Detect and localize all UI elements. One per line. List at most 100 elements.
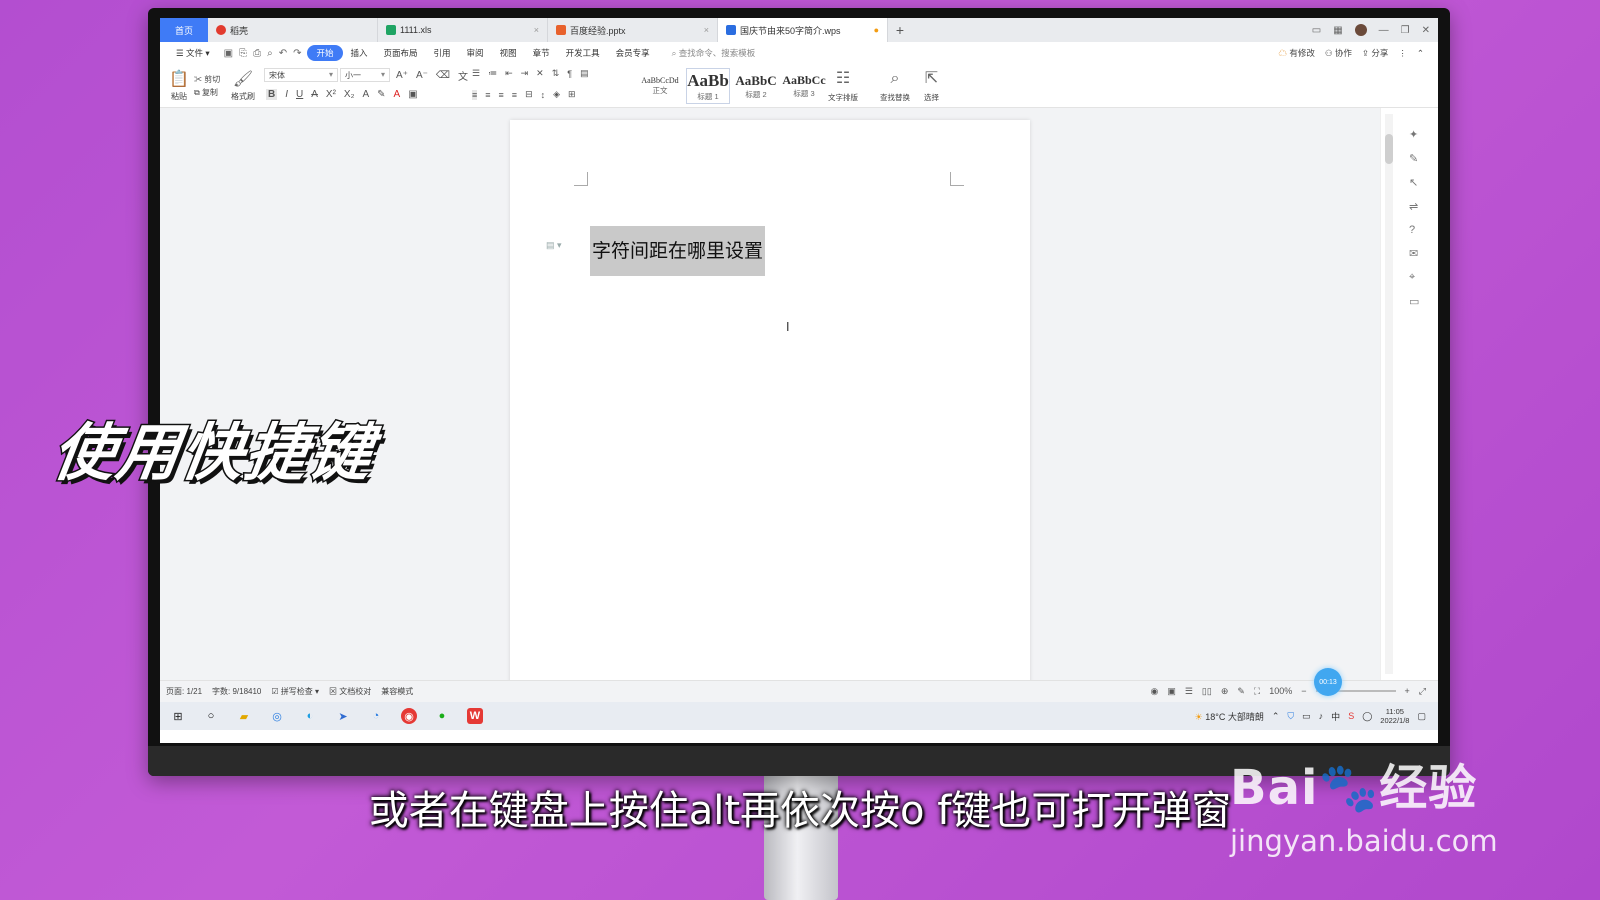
strikethrough-icon[interactable]: A [311, 89, 318, 100]
clear-format-icon[interactable]: ⌫ [436, 70, 450, 81]
phonetic-icon[interactable]: 文 [458, 68, 468, 83]
indent-icon[interactable]: ⇥ [521, 68, 529, 79]
print-icon[interactable]: ⎙ [253, 48, 261, 59]
folder-icon[interactable]: ▰ [236, 708, 252, 724]
chinese-layout-icon[interactable]: ✕ [536, 68, 544, 79]
minimize-icon[interactable]: — [1379, 25, 1389, 36]
collapse-ribbon-icon[interactable]: ⌃ [1417, 48, 1424, 59]
tray-expand-icon[interactable]: ⌃ [1272, 711, 1280, 722]
cut-button[interactable]: ✂ 剪切 [194, 74, 220, 85]
avatar[interactable] [1354, 24, 1367, 36]
tab-wps-doc[interactable]: 国庆节由来50字简介.wps ● [718, 18, 888, 42]
edge-icon[interactable]: ◐ [302, 708, 318, 724]
shading-icon[interactable]: ◈ [553, 89, 560, 100]
style-heading-2[interactable]: AaBbC 标题 2 [734, 68, 778, 104]
tab-xls[interactable]: 1111.xls × [378, 18, 548, 42]
format-painter-button[interactable]: 🖌 格式刷 [230, 64, 256, 108]
browser-icon[interactable]: ◎ [269, 708, 285, 724]
eye-icon[interactable]: ◉ [1150, 686, 1158, 697]
grow-font-icon[interactable]: A⁺ [396, 70, 408, 81]
font-size-select[interactable]: 小一 ▾ [340, 68, 390, 82]
bold-icon[interactable]: B [266, 89, 278, 100]
command-search[interactable]: ⌕ 查找命令、搜索模板 [658, 47, 756, 59]
menu-member[interactable]: 会员专享 [608, 47, 658, 59]
distribute-icon[interactable]: ⊟ [525, 89, 533, 100]
weather[interactable]: ☀ 18°C 大部晴朗 [1195, 710, 1264, 723]
justify-icon[interactable]: ≡ [512, 90, 517, 100]
menu-start[interactable]: 开始 [307, 45, 343, 61]
menu-view[interactable]: 视图 [492, 47, 525, 59]
align-right-icon[interactable]: ≡ [499, 90, 504, 100]
circle-icon[interactable]: ◯ [1362, 711, 1372, 722]
style-pane-icon[interactable]: ✦ [1409, 128, 1419, 141]
style-normal[interactable]: AaBbCcDd 正文 [638, 68, 682, 104]
menu-review[interactable]: 审阅 [459, 47, 492, 59]
ime-icon[interactable]: 中 [1331, 710, 1340, 723]
vertical-scrollbar[interactable] [1385, 114, 1393, 674]
grid-icon[interactable]: ▦ [1333, 25, 1342, 36]
wps-icon[interactable]: W [467, 708, 483, 724]
select-button[interactable]: ⇱ 选择 [924, 70, 939, 103]
line-spacing-icon[interactable]: ↕ [541, 90, 546, 100]
outline-view-icon[interactable]: ☰ [1185, 686, 1193, 697]
maximize-icon[interactable]: ❐ [1401, 25, 1410, 36]
style-heading-3[interactable]: AaBbCc 标题 3 [782, 68, 826, 104]
clock[interactable]: 11:05 2022/1/8 [1380, 707, 1409, 725]
text-effect-icon[interactable]: A [362, 89, 369, 100]
zoom-in-icon[interactable]: + [1405, 686, 1410, 696]
menu-file[interactable]: ☰ 文件 ▾ [168, 47, 218, 59]
netease-icon[interactable]: ◉ [401, 708, 417, 724]
word-count[interactable]: 字数: 9/18410 [212, 686, 261, 697]
align-center-icon[interactable]: ≡ [485, 90, 490, 100]
web-view-icon[interactable]: ⊕ [1221, 686, 1229, 697]
char-border-icon[interactable]: ▣ [408, 89, 417, 100]
show-marks-icon[interactable]: ¶ [567, 69, 572, 79]
network-icon[interactable]: ▭ [1302, 711, 1311, 722]
wechat-icon[interactable]: ● [434, 708, 450, 724]
app-icon[interactable]: ◔ [368, 708, 384, 724]
zoom-out-icon[interactable]: − [1301, 686, 1306, 696]
close-icon[interactable]: × [534, 25, 539, 35]
font-color-icon[interactable]: A [394, 89, 401, 100]
table-icon[interactable]: ▤ [580, 68, 589, 79]
document-page[interactable]: ▤ ▾ 字符间距在哪里设置 Ⅰ [510, 120, 1030, 690]
new-tab-button[interactable]: + [888, 18, 912, 42]
text-layout-button[interactable]: ☷ 文字排版 [828, 70, 858, 103]
book-icon[interactable]: ▭ [1409, 295, 1419, 308]
search-circle-icon[interactable]: ○ [203, 708, 219, 724]
zoom-level[interactable]: 100% [1269, 686, 1292, 696]
adjust-icon[interactable]: ⇌ [1409, 200, 1419, 213]
italic-icon[interactable]: I [285, 89, 288, 100]
highlight-icon[interactable]: ✎ [377, 89, 385, 100]
font-name-select[interactable]: 宋体 ▾ [264, 68, 338, 82]
scroll-thumb[interactable] [1385, 134, 1393, 164]
copy-button[interactable]: ⧉ 复制 [194, 87, 218, 98]
redo-icon[interactable]: ↷ [293, 48, 301, 59]
numbering-icon[interactable]: ≔ [488, 68, 497, 79]
export-icon[interactable]: ⎘ [239, 48, 247, 59]
sogou-icon[interactable]: S [1348, 711, 1354, 721]
close-icon[interactable]: × [704, 25, 709, 35]
fullscreen-icon[interactable]: ⤢ [1419, 686, 1426, 697]
comment-icon[interactable]: ✉ [1409, 247, 1419, 260]
style-heading-1[interactable]: AaBb 标题 1 [686, 68, 730, 104]
tab-pptx[interactable]: 百度经验.pptx × [548, 18, 718, 42]
paste-button[interactable]: 📋 粘贴 [166, 64, 192, 108]
collab-button[interactable]: ⚇ 协作 [1325, 47, 1352, 59]
outdent-icon[interactable]: ⇤ [505, 68, 513, 79]
reading-view-icon[interactable]: ▯▯ [1202, 686, 1212, 697]
location-icon[interactable]: ⌖ [1409, 271, 1419, 284]
page-count[interactable]: 页面: 1/21 [166, 686, 202, 697]
preview-icon[interactable]: ⌕ [267, 48, 273, 59]
bullets-icon[interactable]: ☰ [472, 68, 480, 79]
tab-docer[interactable]: 稻壳 [208, 18, 378, 42]
save-icon[interactable]: ▣ [224, 48, 233, 59]
paragraph-handle-icon[interactable]: ▤ ▾ [546, 240, 562, 251]
more-icon[interactable]: ⋮ [1398, 48, 1407, 59]
superscript-icon[interactable]: X² [326, 89, 336, 100]
edit-icon[interactable]: ✎ [1409, 152, 1419, 165]
underline-icon[interactable]: U [296, 89, 303, 100]
notification-icon[interactable]: ▢ [1417, 711, 1426, 722]
menu-page-layout[interactable]: 页面布局 [376, 47, 426, 59]
layout-icon[interactable]: ▭ [1312, 25, 1321, 36]
